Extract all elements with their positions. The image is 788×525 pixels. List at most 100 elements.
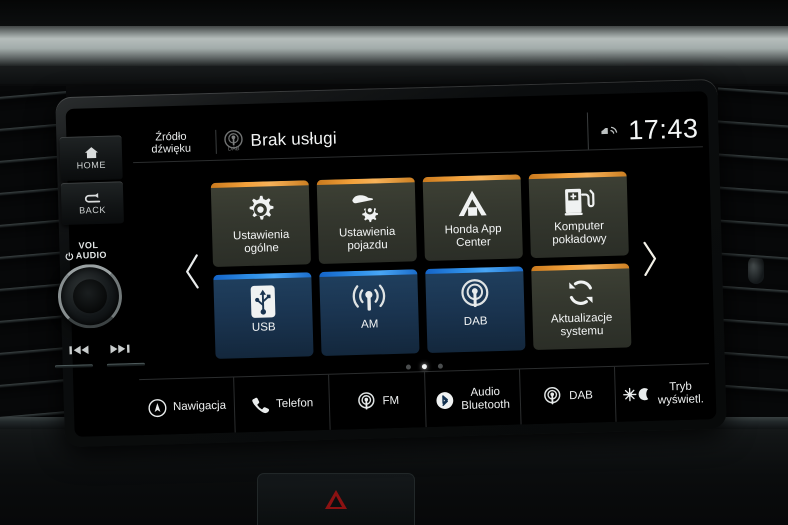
vent-slat — [0, 378, 66, 389]
chevron-left-icon[interactable] — [171, 252, 214, 291]
car-wifi-icon — [600, 124, 618, 137]
dashboard-top-strip — [0, 0, 788, 84]
audio-source-label[interactable]: Źródło dźwięku — [132, 129, 217, 156]
page-dot-1[interactable] — [405, 364, 411, 370]
am-radio-icon — [349, 280, 388, 317]
tile-label-line1: Aktualizacje — [550, 311, 613, 326]
tile-label: DAB — [461, 315, 491, 329]
hazard-triangle-icon — [325, 490, 347, 509]
fuel-pump-icon — [561, 182, 596, 219]
home-button[interactable]: HOME — [59, 135, 123, 182]
tile-komputer-pokladowy[interactable]: Komputer pokładowy — [528, 171, 629, 259]
refresh-icon — [563, 274, 598, 311]
vent-slat — [0, 186, 66, 197]
shortcut-label: DAB — [569, 389, 594, 403]
app-tile-grid: Ustawienia ogólne Ustawienia pojazdu Hon… — [210, 171, 632, 359]
vent-slat — [718, 384, 788, 393]
tile-label: Ustawienia ogólne — [230, 229, 293, 257]
tile-label-line2: Center — [456, 236, 491, 250]
tile-accent-bar — [531, 263, 630, 272]
tile-accent-bar — [210, 180, 309, 189]
tile-label: Komputer pokładowy — [549, 220, 610, 248]
dab-radio-icon: DAB — [216, 128, 251, 153]
vent-slat — [0, 282, 66, 293]
shortcut-label: Telefon — [275, 397, 314, 411]
tile-accent-bar — [316, 177, 415, 186]
shortcut-tryb-wyswietl[interactable]: Tryb wyświetl. — [615, 364, 711, 424]
button-slot-decor — [50, 362, 150, 369]
tile-label: Aktualizacje systemu — [548, 312, 616, 340]
radio-waves-icon — [542, 386, 564, 408]
tile-aktualizacje-systemu[interactable]: Aktualizacje systemu — [531, 263, 632, 351]
tile-label-line1: AM — [360, 318, 379, 331]
vent-slat — [718, 120, 788, 129]
page-dot-2-active[interactable] — [421, 364, 427, 370]
volume-audio-knob[interactable] — [57, 263, 123, 330]
house-icon — [83, 146, 98, 159]
shortcut-fm[interactable]: FM — [329, 372, 427, 432]
car-dashboard-scene: Źródło dźwięku DAB Brak usługi 17:43 Ust… — [0, 0, 788, 525]
vent-slat — [718, 87, 788, 96]
shortcut-audio-bluetooth[interactable]: Audio Bluetooth — [424, 369, 522, 430]
vent-slat — [0, 90, 66, 101]
tile-accent-bar — [319, 269, 418, 278]
vent-slat — [0, 250, 66, 261]
shortcut-nawigacja[interactable]: Nawigacja — [139, 377, 236, 437]
tile-label-line2: pokładowy — [552, 232, 607, 247]
shortcut-label: Tryb wyświetl. — [657, 380, 704, 407]
track-buttons — [51, 343, 147, 357]
tile-label: Honda App Center — [441, 223, 505, 251]
bluetooth-icon — [435, 390, 456, 411]
svg-text:DAB: DAB — [228, 146, 240, 152]
hazard-lights-button[interactable] — [257, 473, 415, 525]
shortcut-telefon[interactable]: Telefon — [234, 374, 332, 435]
shortcut-label-line1: Tryb — [669, 380, 692, 393]
shortcut-label-line2: wyświetl. — [657, 392, 705, 407]
chevron-right-icon[interactable] — [628, 239, 671, 278]
tile-usb[interactable]: USB — [213, 272, 314, 359]
status-title: Brak usługi — [250, 127, 338, 150]
tile-label-line1: USB — [251, 321, 276, 334]
tile-ustawienia-ogolne[interactable]: Ustawienia ogólne — [210, 180, 312, 267]
clock: 17:43 — [627, 112, 699, 145]
power-icon — [65, 251, 74, 260]
tile-accent-bar — [528, 171, 627, 180]
back-button[interactable]: BACK — [60, 181, 124, 226]
compass-icon — [148, 398, 168, 418]
air-vent-right — [718, 86, 788, 431]
gear-icon — [243, 191, 278, 228]
head-unit-bezel: Źródło dźwięku DAB Brak usługi 17:43 Ust… — [55, 78, 727, 448]
tile-label-line2: pojazdu — [347, 239, 388, 253]
previous-track-icon[interactable] — [68, 344, 90, 356]
tile-accent-bar — [422, 174, 521, 183]
vent-direction-knob[interactable] — [748, 256, 764, 284]
tile-label-line1: DAB — [463, 315, 488, 328]
tile-ustawienia-pojazdu[interactable]: Ustawienia pojazdu — [316, 177, 417, 265]
vent-slat — [0, 218, 66, 229]
audio-source-line2: dźwięku — [151, 142, 192, 156]
vent-slat — [718, 186, 788, 195]
tile-label: AM — [358, 318, 382, 332]
vent-slat — [718, 318, 788, 327]
vent-slat — [718, 351, 788, 360]
tile-am[interactable]: AM — [319, 269, 420, 356]
home-tiles-area: Ustawienia ogólne Ustawienia pojazdu Hon… — [133, 147, 709, 379]
page-dot-3[interactable] — [437, 363, 443, 369]
infotainment-screen[interactable]: Źródło dźwięku DAB Brak usługi 17:43 Ust… — [132, 109, 711, 437]
tile-label-line1: Ustawienia — [232, 228, 290, 243]
next-track-icon[interactable] — [108, 343, 130, 355]
tile-dab[interactable]: DAB — [425, 266, 526, 354]
status-bar-right: 17:43 — [586, 109, 703, 150]
tile-honda-app-center[interactable]: Honda App Center — [422, 174, 523, 262]
car-gear-icon — [348, 188, 385, 225]
back-button-label: BACK — [78, 204, 107, 216]
shortcut-dab[interactable]: DAB — [519, 366, 617, 427]
dashboard-light-reflection — [0, 22, 788, 66]
hardware-button-column: HOME BACK VOL AUDIO — [54, 135, 145, 387]
tile-label-line1: Honda App — [444, 222, 502, 237]
shortcut-label: Nawigacja — [172, 399, 227, 414]
tile-label-line2: systemu — [560, 325, 604, 339]
tile-label-line2: ogólne — [244, 242, 279, 256]
dab-radio-icon — [456, 277, 493, 314]
head-unit-inner: Źródło dźwięku DAB Brak usługi 17:43 Ust… — [65, 91, 717, 437]
